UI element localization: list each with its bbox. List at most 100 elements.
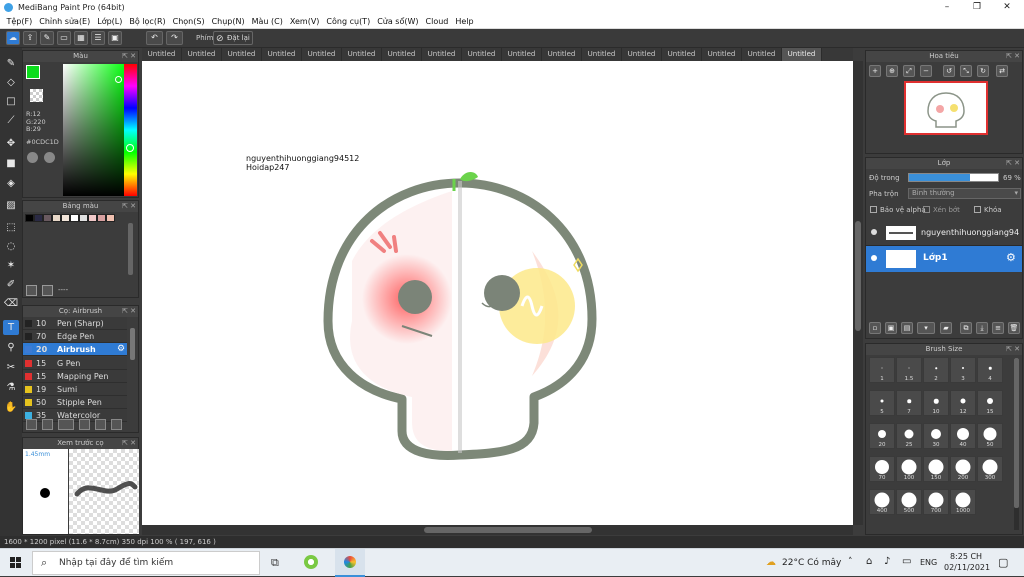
hscroll-thumb[interactable] <box>424 527 592 533</box>
delete-palette-icon[interactable] <box>42 285 53 296</box>
document-tab[interactable]: Untitled <box>342 48 382 61</box>
document-tab[interactable]: Untitled <box>502 48 542 61</box>
layer-settings-gear-icon[interactable]: ⚙ <box>1006 251 1016 264</box>
list-icon[interactable]: ☰ <box>91 31 105 45</box>
menu-item[interactable]: Bộ lọc(R) <box>126 15 169 28</box>
blend-mode-select[interactable]: Bình thường ▾ <box>908 188 1021 199</box>
close-button[interactable]: ✕ <box>992 0 1022 15</box>
layer-row-selected[interactable]: Lớp1 ⚙ <box>866 246 1022 272</box>
brush-size-option[interactable]: 5 <box>869 390 895 416</box>
panel-icon[interactable]: ▭ <box>57 31 71 45</box>
brush-item[interactable]: 15 Mapping Pen <box>23 369 127 383</box>
maximize-button[interactable]: ❐ <box>962 0 992 15</box>
brush-scrollbar[interactable] <box>130 328 135 360</box>
lock-checkbox[interactable] <box>974 206 981 213</box>
document-tab[interactable]: Untitled <box>542 48 582 61</box>
document-tab[interactable]: Untitled <box>222 48 262 61</box>
document-tab[interactable]: Untitled <box>142 48 182 61</box>
taskbar-search-box[interactable]: ⌕ Nhập tại đây để tìm kiếm <box>32 551 260 575</box>
new-folder-icon[interactable]: ▰ <box>940 322 952 334</box>
reset-button[interactable]: ⊘ Đặt lại <box>213 31 253 45</box>
language-indicator[interactable]: ENG <box>920 558 937 567</box>
brush-size-option[interactable]: 100 <box>896 456 922 482</box>
eraser-tool-icon[interactable]: ◇ <box>3 75 19 90</box>
palette-swatch[interactable] <box>25 214 34 222</box>
brush-size-option[interactable]: 150 <box>923 456 949 482</box>
color-wheel-icon[interactable] <box>27 152 38 163</box>
visibility-eye-icon[interactable] <box>871 229 877 235</box>
vertical-scrollbar[interactable] <box>853 61 863 525</box>
palette-scrollbar[interactable] <box>128 223 133 275</box>
brush-size-option[interactable]: 700 <box>923 489 949 515</box>
menu-item[interactable]: Chụp(N) <box>208 15 248 28</box>
network-icon[interactable]: ⌂ <box>866 556 872 567</box>
menu-item[interactable]: Cửa sổ(W) <box>374 15 422 28</box>
document-tab[interactable]: Untitled <box>662 48 702 61</box>
brush-size-option[interactable]: 1000 <box>950 489 976 515</box>
document-tab[interactable]: Untitled <box>582 48 622 61</box>
merge-layer-icon[interactable]: ⤓ <box>976 322 988 334</box>
brush-size-option[interactable]: 500 <box>896 489 922 515</box>
battery-icon[interactable]: ▭ <box>902 556 911 567</box>
duplicate-layer-icon[interactable]: ⧉ <box>960 322 972 334</box>
horizontal-scrollbar[interactable] <box>142 525 853 535</box>
menu-item[interactable]: Chỉnh sửa(E) <box>36 15 94 28</box>
fullscreen-icon[interactable]: ⤡ <box>960 65 972 77</box>
rotate-left-icon[interactable]: ↺ <box>943 65 955 77</box>
operation-tool-icon[interactable]: ⚲ <box>3 340 19 355</box>
text-tool-icon[interactable]: T <box>3 320 19 335</box>
magic-wand-tool-icon[interactable]: ✶ <box>3 258 19 273</box>
hand-tool-icon[interactable]: ✋ <box>3 400 19 415</box>
add-layer-menu-icon[interactable]: ▾ <box>917 322 935 334</box>
brush-size-option[interactable]: 400 <box>869 489 895 515</box>
document-tab[interactable]: Untitled <box>622 48 662 61</box>
menu-item[interactable]: Chọn(S) <box>169 15 208 28</box>
fit-window-icon[interactable]: ⤢ <box>903 65 915 77</box>
brush-size-option[interactable]: 40 <box>950 423 976 449</box>
upload-icon[interactable]: ⇪ <box>23 31 37 45</box>
redo-icon[interactable]: ↷ <box>166 31 183 45</box>
new-8bit-layer-icon[interactable]: ▤ <box>901 322 913 334</box>
zoom-fit-icon[interactable]: ⊕ <box>886 65 898 77</box>
document-tab[interactable]: Untitled <box>302 48 342 61</box>
menu-item[interactable]: Màu (C) <box>248 15 286 28</box>
palette-swatch[interactable] <box>106 214 115 222</box>
windows-start-icon[interactable] <box>10 557 22 569</box>
speaker-icon[interactable]: ♪ <box>884 556 890 567</box>
document-tab[interactable]: Untitled <box>782 48 822 61</box>
minimize-button[interactable]: – <box>932 0 962 15</box>
menu-item[interactable]: Lớp(L) <box>94 15 126 28</box>
zoom-out-icon[interactable]: − <box>920 65 932 77</box>
new-layer-icon[interactable]: ▫ <box>869 322 881 334</box>
document-tab[interactable]: Untitled <box>382 48 422 61</box>
brush-settings-icon[interactable] <box>79 419 90 430</box>
brush-size-option[interactable]: 70 <box>869 456 895 482</box>
rectangle-tool-icon[interactable]: □ <box>3 94 19 109</box>
bucket-tool-icon[interactable]: ◈ <box>3 176 19 191</box>
canvas[interactable]: nguyenthihuonggiang94512 Hoidap247 <box>142 61 853 525</box>
palette-swatch[interactable] <box>34 214 43 222</box>
brush-settings-gear-icon[interactable]: ⚙ <box>117 343 125 356</box>
brush-size-option[interactable]: 10 <box>923 390 949 416</box>
weather-text[interactable]: 22°C Có mây <box>782 558 841 568</box>
visibility-eye-icon[interactable] <box>871 255 877 261</box>
rotate-right-icon[interactable]: ↻ <box>977 65 989 77</box>
select-tool-icon[interactable]: ⬚ <box>3 220 19 235</box>
brush-size-option[interactable]: 1 <box>869 357 895 383</box>
notification-icon[interactable]: ▢ <box>998 556 1008 569</box>
brush-item[interactable]: 15 G Pen <box>23 356 127 370</box>
brush-size-option[interactable]: 200 <box>950 456 976 482</box>
vscroll-thumb[interactable] <box>855 221 861 331</box>
brush-size-option[interactable]: 30 <box>923 423 949 449</box>
palette-swatch[interactable] <box>52 214 61 222</box>
menu-item[interactable]: Cloud <box>422 15 452 28</box>
document-tab[interactable]: Untitled <box>742 48 782 61</box>
palette-swatch[interactable] <box>79 214 88 222</box>
brush-size-scrollbar[interactable] <box>1014 358 1019 530</box>
brush-item[interactable]: 20 Airbrush ⚙ <box>23 343 127 357</box>
lasso-tool-icon[interactable]: ◌ <box>3 239 19 254</box>
brush-size-option[interactable]: 12 <box>950 390 976 416</box>
sv-cursor[interactable] <box>115 76 122 83</box>
delete-layer-icon[interactable]: 🗑 <box>1008 322 1020 334</box>
brush-item[interactable]: 10 Pen (Sharp) <box>23 317 127 330</box>
